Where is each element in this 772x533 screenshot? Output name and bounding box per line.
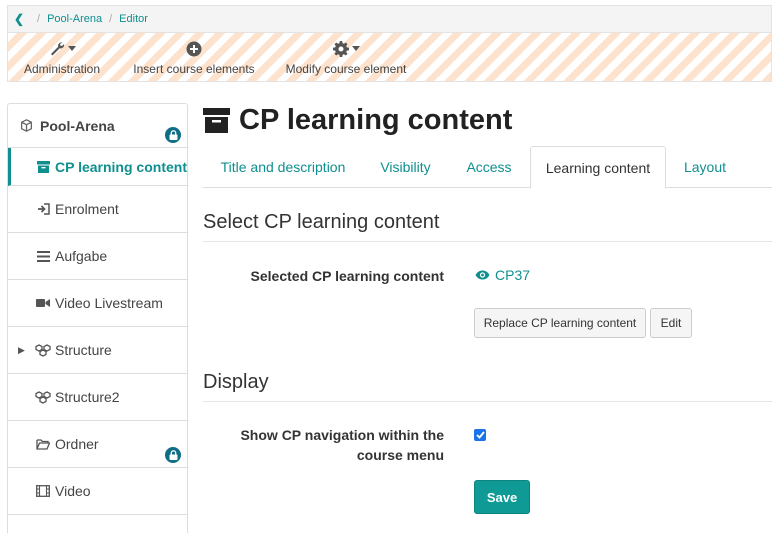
breadcrumb: ❮ / Pool-Arena / Editor [7, 5, 772, 32]
replace-cp-button[interactable]: Replace CP learning content [474, 308, 646, 338]
sidebar-item-label: Video Livestream [55, 295, 163, 311]
breadcrumb-item-editor[interactable]: Editor [119, 13, 148, 25]
cubes-icon [35, 343, 51, 357]
sidebar-item-aufgabe[interactable]: Aufgabe [8, 233, 187, 280]
sidebar-item-label: Structure2 [55, 389, 120, 405]
folder-open-icon [35, 438, 51, 450]
sidebar-item-label: CP learning content [55, 158, 187, 175]
page-title-text: CP learning content [239, 103, 513, 136]
administration-label: Administration [24, 62, 101, 76]
video-camera-icon [35, 298, 51, 308]
check-icon [475, 431, 485, 439]
wrench-icon [50, 42, 64, 56]
section-title-display: Display [203, 371, 772, 402]
tab-visibility[interactable]: Visibility [368, 146, 443, 188]
caret-right-icon[interactable]: ▶ [18, 345, 25, 356]
film-icon [35, 485, 51, 497]
sidebar-root-label: Pool-Arena [40, 117, 115, 134]
administration-button[interactable]: Administration [24, 39, 100, 76]
caret-down-icon [351, 46, 360, 51]
show-cp-navigation-checkbox[interactable] [474, 429, 486, 441]
sidebar-item-label: Enrolment [55, 201, 119, 217]
editor-toolbar: Administration Insert course elements Mo… [7, 32, 772, 82]
sidebar-root-pool-arena[interactable]: Pool-Arena [8, 104, 187, 148]
sidebar-item-label: Ordner [55, 436, 99, 452]
cp-preview-link[interactable]: CP37 [475, 267, 530, 283]
show-cp-navigation-label: Show CP navigation within the course men… [240, 427, 444, 463]
sidebar-item-label: Structure [55, 342, 112, 358]
breadcrumb-separator: / [37, 13, 41, 25]
gear-icon [332, 41, 349, 57]
sidebar-item-video[interactable]: Video [8, 468, 187, 515]
caret-down-icon [67, 46, 76, 51]
cp-link-text: CP37 [495, 267, 531, 283]
tab-access[interactable]: Access [455, 146, 523, 188]
tab-bar: Title and description Visibility Access … [203, 146, 772, 189]
tab-title-and-description[interactable]: Title and description [203, 146, 363, 188]
plus-circle-icon [186, 41, 202, 57]
archive-icon [203, 107, 230, 133]
modify-course-element-button[interactable]: Modify course element [284, 39, 408, 76]
edit-button[interactable]: Edit [650, 308, 692, 338]
sidebar-item-structure[interactable]: ▶ Structure [8, 327, 187, 374]
cubes-icon [35, 390, 51, 404]
section-title-select-cp: Select CP learning content [203, 211, 772, 242]
sidebar-item-label: Video [55, 483, 91, 499]
tab-layout[interactable]: Layout [675, 146, 735, 188]
sidebar-item-cp-learning-content[interactable]: CP learning content [8, 148, 187, 186]
sidebar-item-label: Aufgabe [55, 248, 108, 264]
breadcrumb-separator: / [109, 13, 113, 25]
sign-in-icon [35, 203, 51, 215]
lock-icon [165, 447, 181, 463]
breadcrumb-item-pool-arena[interactable]: Pool-Arena [47, 13, 102, 25]
tab-learning-content[interactable]: Learning content [530, 146, 666, 189]
eye-icon [475, 270, 490, 280]
cube-icon [20, 119, 33, 132]
course-tree-sidebar: Pool-Arena CP learning content Enrolment… [7, 103, 188, 533]
back-chevron-icon[interactable]: ❮ [8, 12, 30, 26]
sidebar-item-video-livestream[interactable]: Video Livestream [8, 280, 187, 327]
modify-course-element-label: Modify course element [285, 62, 407, 76]
selected-cp-label: Selected CP learning content [250, 268, 444, 284]
save-button[interactable]: Save [474, 480, 530, 514]
lock-icon [165, 127, 181, 143]
insert-course-elements-button[interactable]: Insert course elements [132, 39, 256, 76]
insert-course-elements-label: Insert course elements [133, 62, 255, 76]
page-title: CP learning content [203, 100, 512, 140]
sidebar-item-enrolment[interactable]: Enrolment [8, 186, 187, 233]
archive-icon [35, 160, 51, 173]
sidebar-item-structure2[interactable]: Structure2 [8, 374, 187, 421]
sidebar-item-ordner[interactable]: Ordner [8, 421, 187, 468]
list-icon [35, 250, 51, 262]
